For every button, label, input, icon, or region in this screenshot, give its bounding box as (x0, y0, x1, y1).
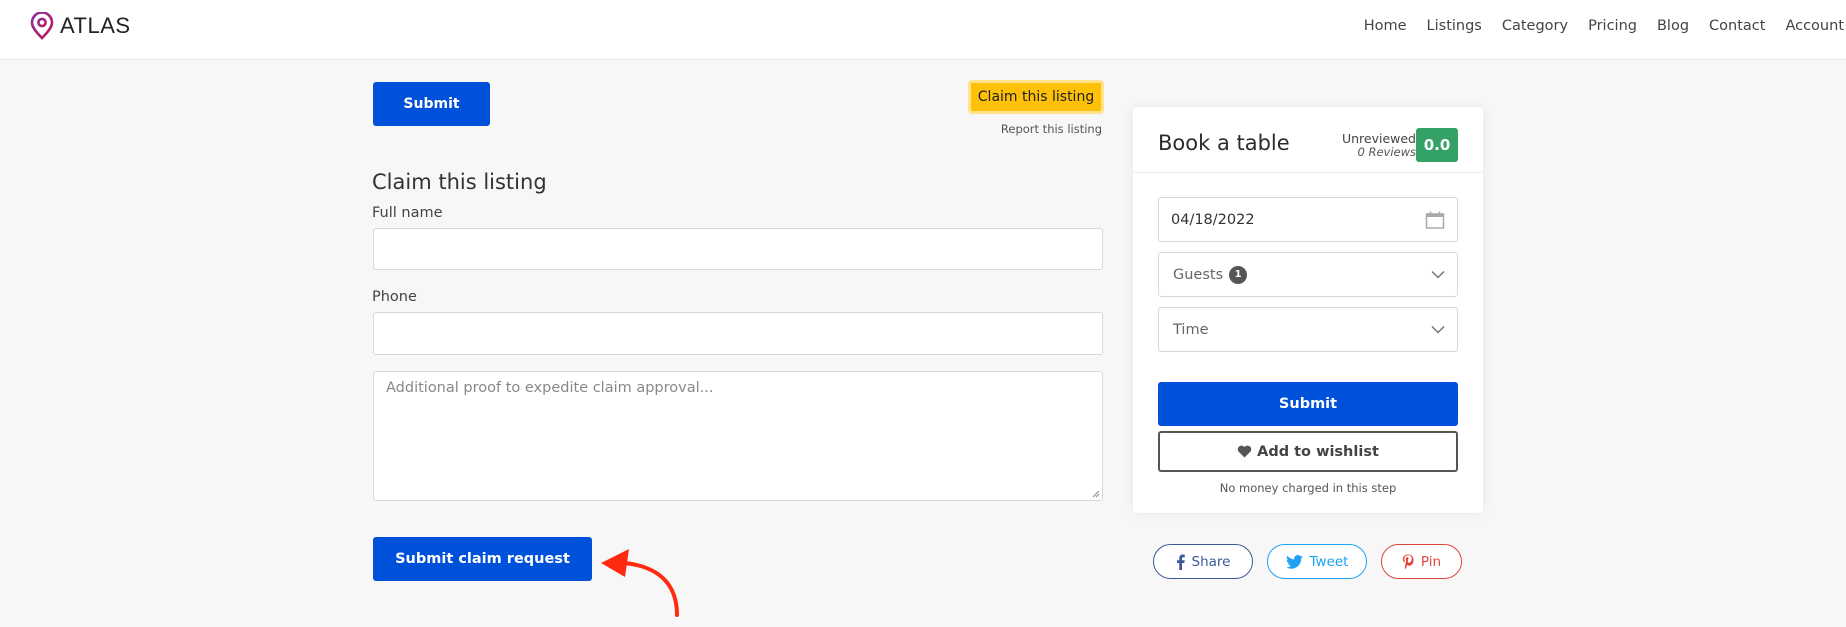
review-status: Unreviewed (1341, 131, 1416, 146)
claim-form-title: Claim this listing (372, 170, 547, 194)
annotation-arrow-icon (601, 549, 679, 617)
claim-listing-button[interactable]: Claim this listing (968, 80, 1104, 114)
guests-count-badge: 1 (1229, 265, 1248, 284)
nav-listings[interactable]: Listings (1427, 18, 1482, 34)
proof-placeholder: Additional proof to expedite claim appro… (386, 380, 714, 396)
guests-select[interactable]: Guests 1 (1158, 252, 1458, 297)
time-select[interactable]: Time (1158, 307, 1458, 352)
resize-handle-icon[interactable] (1092, 490, 1100, 498)
booking-submit-button[interactable]: Submit (1158, 382, 1458, 426)
nav-home[interactable]: Home (1364, 18, 1407, 34)
phone-label: Phone (372, 289, 417, 305)
submit-claim-request-button[interactable]: Submit claim request (373, 537, 592, 581)
pinterest-icon (1402, 554, 1414, 569)
wishlist-label: Add to wishlist (1257, 443, 1379, 460)
top-navbar: ATLAS Home Listings Category Pricing Blo… (0, 0, 1846, 60)
proof-textarea[interactable]: Additional proof to expedite claim appro… (373, 371, 1103, 501)
heart-icon (1237, 445, 1252, 458)
rating-summary: Unreviewed 0 Reviews (1341, 131, 1416, 159)
share-pinterest-label: Pin (1420, 553, 1442, 570)
twitter-icon (1285, 554, 1303, 569)
booking-card: Book a table Unreviewed 0 Reviews 0.0 04… (1133, 107, 1483, 513)
brand-logo[interactable]: ATLAS (30, 12, 131, 40)
nav-pricing[interactable]: Pricing (1588, 18, 1637, 34)
report-listing-link[interactable]: Report this listing (902, 122, 1102, 136)
share-twitter-label: Tweet (1309, 553, 1349, 570)
nav-category[interactable]: Category (1502, 18, 1568, 34)
payment-note: No money charged in this step (1219, 481, 1397, 495)
nav-blog[interactable]: Blog (1657, 18, 1689, 34)
booking-card-header: Book a table Unreviewed 0 Reviews 0.0 (1133, 107, 1483, 173)
add-to-wishlist-button[interactable]: Add to wishlist (1158, 431, 1458, 472)
share-facebook-button[interactable]: Share (1153, 544, 1253, 579)
phone-input[interactable] (373, 312, 1103, 355)
date-value: 04/18/2022 (1171, 211, 1255, 228)
share-facebook-label: Share (1191, 553, 1231, 570)
score-badge: 0.0 (1416, 128, 1458, 162)
calendar-icon[interactable] (1425, 211, 1445, 229)
booking-title: Book a table (1158, 131, 1290, 155)
date-input[interactable]: 04/18/2022 (1158, 197, 1458, 242)
nav-contact[interactable]: Contact (1709, 18, 1765, 34)
brand-name: ATLAS (60, 13, 131, 38)
facebook-icon (1176, 554, 1185, 570)
full-name-input[interactable] (373, 228, 1103, 270)
share-twitter-button[interactable]: Tweet (1267, 544, 1367, 579)
submit-button[interactable]: Submit (373, 82, 490, 126)
chevron-down-icon (1431, 325, 1445, 334)
main-nav: Home Listings Category Pricing Blog Cont… (1344, 18, 1844, 34)
share-pinterest-button[interactable]: Pin (1381, 544, 1462, 579)
review-count: 0 Reviews (1357, 145, 1416, 159)
nav-account[interactable]: Account (1785, 18, 1844, 34)
guests-label: Guests (1173, 266, 1224, 283)
time-label: Time (1173, 321, 1209, 338)
map-pin-icon (30, 12, 54, 40)
full-name-label: Full name (372, 205, 443, 221)
chevron-down-icon (1431, 270, 1445, 279)
